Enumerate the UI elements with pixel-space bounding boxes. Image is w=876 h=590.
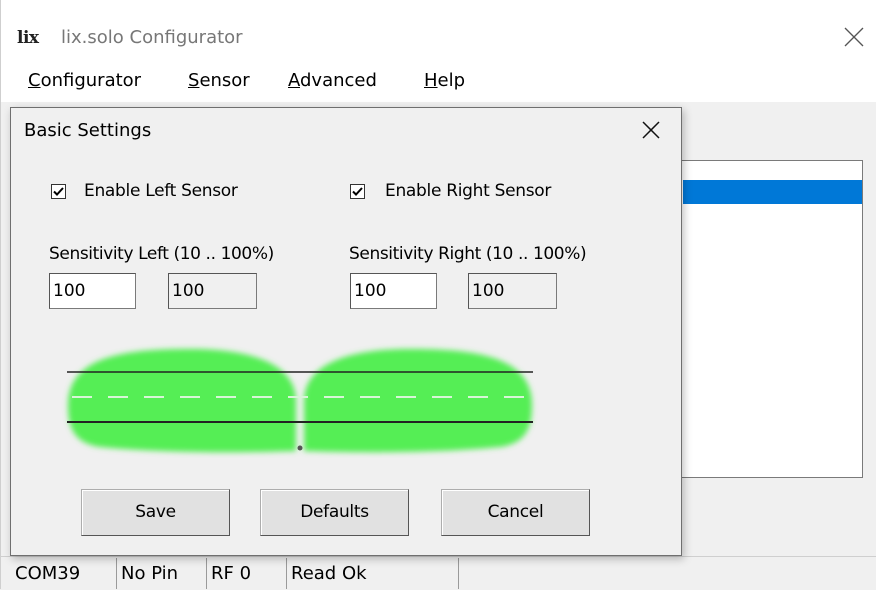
- sensitivity-left-input[interactable]: 100: [49, 273, 136, 309]
- window-title: lix.solo Configurator: [61, 27, 243, 48]
- menu-configurator[interactable]: Configurator: [28, 70, 141, 91]
- status-pin: No Pin: [117, 558, 207, 589]
- sensitivity-right-input[interactable]: 100: [350, 273, 437, 309]
- app-logo: lix: [17, 28, 39, 48]
- save-button[interactable]: Save: [81, 489, 230, 536]
- menu-sensor[interactable]: Sensor: [188, 70, 250, 91]
- cancel-button[interactable]: Cancel: [441, 489, 590, 536]
- left-sensor-zone: [68, 349, 296, 453]
- sensor-coverage-diagram: [67, 349, 533, 453]
- close-icon[interactable]: [636, 115, 666, 145]
- enable-right-checkbox[interactable]: [350, 184, 365, 199]
- status-port: COM39: [11, 558, 117, 589]
- menu-help[interactable]: Help: [424, 70, 465, 91]
- status-read: Read Ok: [287, 558, 459, 589]
- sensitivity-left-label: Sensitivity Left (10 .. 100%): [49, 244, 274, 264]
- enable-left-checkbox[interactable]: [51, 184, 66, 199]
- defaults-button[interactable]: Defaults: [260, 489, 409, 536]
- dialog-title: Basic Settings: [24, 120, 152, 141]
- sensitivity-left-current: 100: [168, 273, 257, 309]
- right-sensor-zone: [304, 349, 532, 453]
- close-icon[interactable]: [839, 22, 869, 52]
- sensitivity-right-label: Sensitivity Right (10 .. 100%): [349, 244, 587, 264]
- enable-left-label[interactable]: Enable Left Sensor: [84, 181, 238, 201]
- enable-right-label[interactable]: Enable Right Sensor: [385, 181, 551, 201]
- sensor-position-dot: [297, 445, 303, 451]
- check-icon: [53, 187, 64, 196]
- sensor-list[interactable]: [675, 160, 863, 478]
- status-rf: RF 0: [207, 558, 287, 589]
- check-icon: [352, 187, 363, 196]
- menu-advanced[interactable]: Advanced: [288, 70, 377, 91]
- list-item-selected[interactable]: [683, 180, 862, 204]
- sensitivity-right-current: 100: [468, 273, 557, 309]
